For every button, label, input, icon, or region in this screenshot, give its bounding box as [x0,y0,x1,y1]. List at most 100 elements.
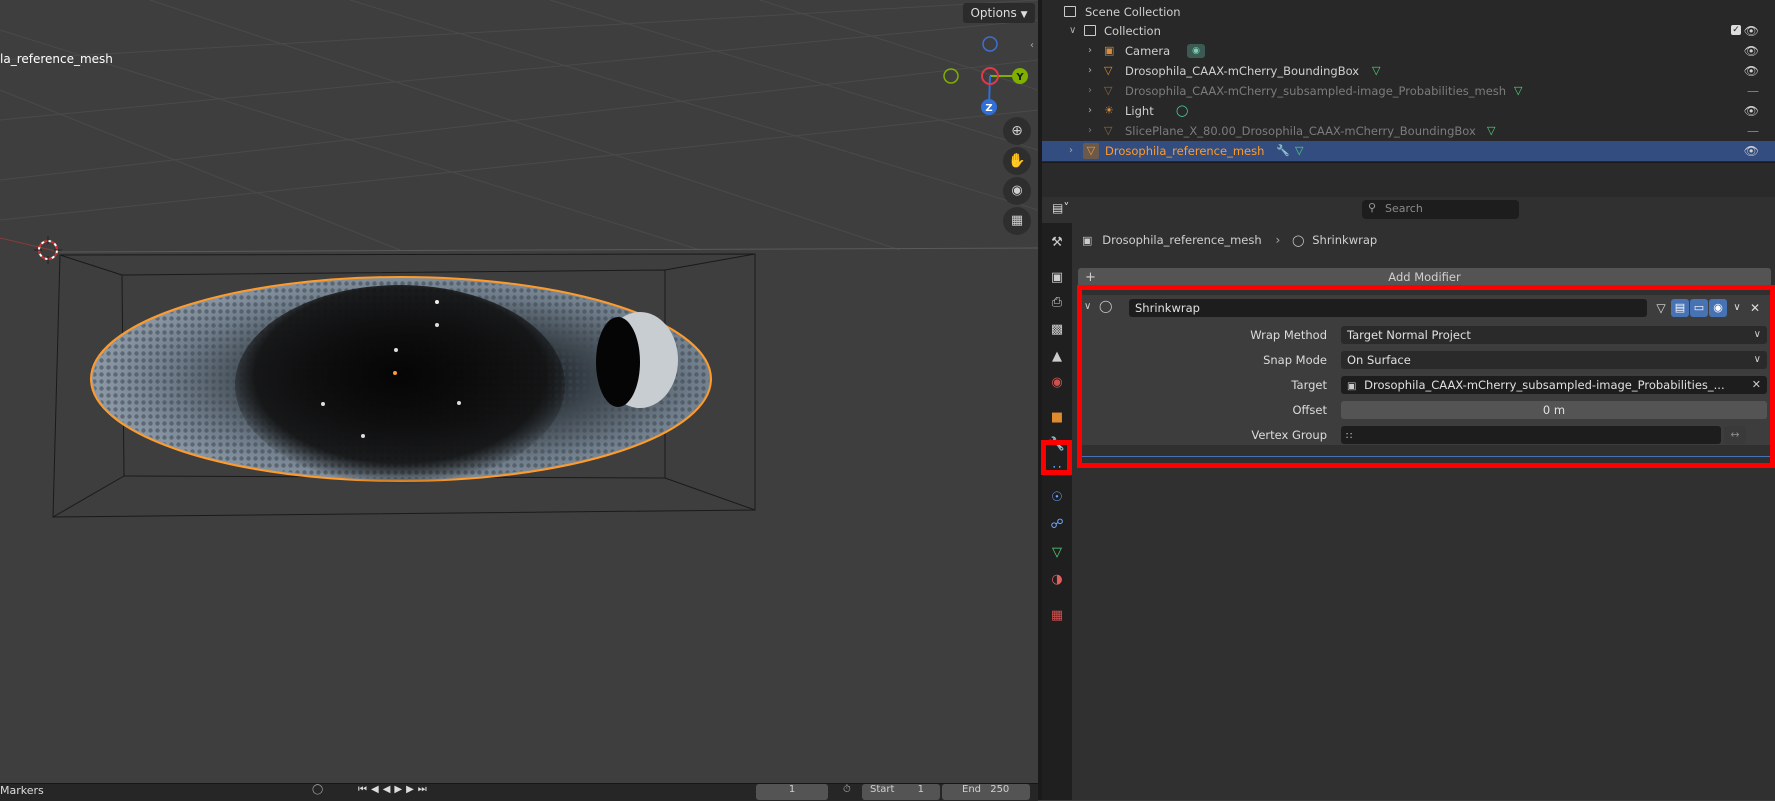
snap-mode-dropdown[interactable]: On Surface ∨ [1341,351,1767,369]
eye-icon[interactable]: 👁 [1744,141,1759,161]
render-toggle-icon[interactable]: ◉ [1709,299,1727,317]
markers-menu[interactable]: Markers [0,784,44,797]
eye-hidden-icon[interactable]: — [1747,121,1759,141]
chevron-right-icon[interactable]: › [1088,121,1092,141]
collection-label: Collection [1104,24,1161,38]
eye-hidden-icon[interactable]: — [1747,81,1759,101]
object-tab-icon[interactable]: ■ [1047,408,1067,428]
properties-search-input[interactable]: ⚲ Search [1362,200,1519,219]
on-cage-toggle-icon[interactable]: ▤ [1671,299,1689,317]
3d-viewport[interactable]: la_reference_mesh Options ▼ ‹ Y Z ⊕ ✋ ◉ … [0,0,1038,783]
3d-cursor[interactable] [34,236,62,264]
chevron-right-icon[interactable]: › [1069,141,1073,161]
outliner-item-label: Camera [1125,44,1171,58]
start-frame-field[interactable]: Start 1 [862,784,940,800]
eye-icon[interactable]: 👁 [1744,41,1759,61]
chevron-down-icon: ∨ [1753,354,1761,365]
render-tab-icon[interactable]: ▣ [1047,268,1067,288]
chevron-down-icon: ∨ [1753,329,1761,340]
outliner-item-label: Light [1125,104,1154,118]
add-modifier-button[interactable]: + Add Modifier [1078,268,1771,287]
eye-icon[interactable]: 👁 [1744,21,1759,41]
output-tab-icon[interactable]: ⎙ [1047,293,1067,313]
navigation-gizmo[interactable]: Y Z [940,30,1030,120]
collapse-arrow-icon[interactable]: ‹ [1030,40,1034,51]
vertex-group-field[interactable]: ∷ [1341,426,1721,444]
mesh-data-icon[interactable]: ▽ [1487,121,1495,141]
modifier-menu-chevron-icon[interactable]: ∨ [1729,299,1745,317]
end-value: 250 [990,784,1010,795]
wrench-modifier-icon[interactable]: 🔧 [1276,141,1290,161]
camera-view-icon[interactable]: ◉ [1003,177,1031,205]
shrinkwrap-icon: ◯ [1292,234,1305,247]
outliner-row-probabilities-mesh[interactable]: › ▽ Drosophila_CAAX-mCherry_subsampled-i… [1042,81,1775,101]
outliner-row-camera[interactable]: › ▣ Camera ◉ 👁 [1042,41,1775,61]
chevron-down-icon[interactable]: ∨ [1069,21,1076,41]
editor-type-icon[interactable]: ▤˅ [1052,201,1078,219]
start-label: Start [870,784,895,795]
mesh-data-icon[interactable]: ▽ [1514,81,1522,101]
scene-collection-label: Scene Collection [1085,5,1181,19]
outliner-row-sliceplane[interactable]: › ▽ SlicePlane_X_80.00_Drosophila_CAAX-m… [1042,121,1775,141]
outliner-row-scene-collection[interactable]: Scene Collection [1042,2,1775,22]
scene-tab-icon[interactable]: ▲ [1047,347,1067,367]
chevron-down-icon: ▼ [1020,10,1028,20]
mesh-object-icon: ▣ [1082,234,1093,247]
embryo-mesh[interactable] [90,276,712,485]
tool-tab-icon[interactable]: ⚒ [1047,233,1067,253]
mesh-data-icon[interactable]: ▽ [1295,141,1303,161]
modifier-wrench-tab-icon[interactable]: 🔧 [1047,435,1067,455]
offset-number-field[interactable]: 0 m [1341,401,1767,419]
chevron-right-icon[interactable]: › [1088,41,1092,61]
checkbox-icon[interactable]: ✓ [1731,25,1741,35]
chevron-right-icon[interactable]: › [1088,101,1092,121]
target-value: Drosophila_CAAX-mCherry_subsampled-image… [1364,378,1725,392]
particles-tab-icon[interactable]: ∷ [1047,461,1067,481]
mesh-data-tab-icon[interactable]: ▽ [1047,543,1067,563]
eye-icon[interactable]: 👁 [1744,61,1759,81]
pan-hand-icon[interactable]: ✋ [1003,147,1031,175]
constraints-tab-icon[interactable]: ☍ [1047,515,1067,535]
camera-icon: ▣ [1104,44,1115,57]
eye-icon[interactable]: 👁 [1744,101,1759,121]
offset-value: 0 m [1542,403,1566,417]
outliner: Scene Collection ∨ Collection ✓ 👁 › ▣ Ca… [1042,0,1775,162]
view-layer-tab-icon[interactable]: ▩ [1047,320,1067,340]
mesh-data-icon[interactable]: ▽ [1372,61,1380,81]
outliner-row-collection[interactable]: ∨ Collection ✓ 👁 [1042,21,1775,41]
target-object-field[interactable]: ▣ Drosophila_CAAX-mCherry_subsampled-ima… [1341,376,1767,394]
clear-target-close-icon[interactable]: ✕ [1752,376,1761,394]
outliner-row-reference-mesh[interactable]: › ▽ Drosophila_reference_mesh 🔧 ▽ 👁 [1042,141,1775,161]
mesh-object-icon: ▽ [1083,143,1099,159]
grid-perspective-icon[interactable]: ▦ [1003,207,1031,235]
modifier-name-input[interactable]: Shrinkwrap [1129,299,1647,317]
chevron-down-icon[interactable]: ∨ [1084,301,1091,312]
physics-tab-icon[interactable]: ☉ [1047,488,1067,508]
outliner-row-boundingbox[interactable]: › ▽ Drosophila_CAAX-mCherry_BoundingBox … [1042,61,1775,81]
keyframe-icon[interactable]: ◯ [312,784,323,795]
material-tab-icon[interactable]: ◑ [1047,570,1067,590]
chevron-right-icon[interactable]: › [1088,61,1092,81]
current-frame-field[interactable]: 1 [756,784,828,800]
wrap-method-dropdown[interactable]: Target Normal Project ∨ [1341,326,1767,344]
viewport-display-toggle-icon[interactable]: ▭ [1690,299,1708,317]
world-tab-icon[interactable]: ◉ [1047,373,1067,393]
invert-vertex-group-icon[interactable]: ↔ [1724,426,1746,444]
options-dropdown[interactable]: Options ▼ [963,3,1035,23]
remove-modifier-close-icon[interactable]: ✕ [1747,299,1763,317]
chevron-right-icon: › [1275,233,1281,247]
zoom-icon[interactable]: ⊕ [1003,117,1031,145]
end-frame-field[interactable]: End 250 [942,784,1030,800]
collection-box-icon [1064,6,1076,17]
chevron-right-icon[interactable]: › [1088,81,1092,101]
outliner-row-light[interactable]: › ☀ Light ◯ 👁 [1042,101,1775,121]
search-placeholder: Search [1385,202,1423,215]
grid-floor [0,0,1038,251]
texture-tab-icon[interactable]: ▦ [1047,606,1067,626]
light-data-icon[interactable]: ◯ [1176,101,1188,121]
breadcrumb-modifier: Shrinkwrap [1312,233,1378,247]
edit-mode-toggle-icon[interactable]: ▽ [1652,299,1670,317]
playback-controls[interactable]: ⏮◀◀▶▶⏭ [358,784,431,795]
stopwatch-icon[interactable]: ⏱ [843,784,851,795]
camera-data-icon[interactable]: ◉ [1187,44,1205,58]
